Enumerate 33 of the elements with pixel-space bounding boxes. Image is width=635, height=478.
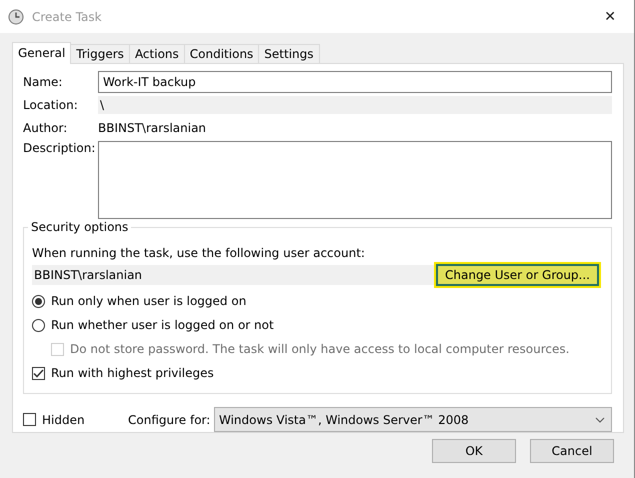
option-label: Do not store password. The task will only have access to local computer resources. <box>70 342 570 356</box>
checkbox[interactable] <box>32 366 45 380</box>
option-label: Hidden <box>42 412 85 426</box>
option-label: Run only when user is logged on <box>51 294 246 308</box>
tab[interactable]: General <box>12 42 72 64</box>
option-label: Run whether user is logged on or not <box>51 318 274 332</box>
description-field[interactable] <box>98 141 612 220</box>
close-button[interactable]: ✕ <box>594 8 626 24</box>
name-field[interactable]: Work-IT backup <box>98 71 612 94</box>
window-title: Create Task <box>32 10 103 24</box>
tab[interactable]: Settings <box>258 44 320 63</box>
group-title: Security options <box>28 220 132 234</box>
field-label: Name: <box>23 75 64 90</box>
radio-button[interactable] <box>32 318 45 332</box>
configure-dropdown[interactable]: Windows Vista™, Windows Server™ 2008 <box>214 407 612 432</box>
field-label: Description: <box>23 141 96 156</box>
checkmark-icon <box>33 368 44 378</box>
field-label: Configure for: <box>128 412 212 426</box>
radio-button[interactable] <box>32 294 45 308</box>
tab[interactable]: Triggers <box>70 44 130 63</box>
account-name: BBINST\rarslanian <box>33 268 144 282</box>
field-label: Author: <box>23 121 68 136</box>
checkbox[interactable] <box>23 413 36 426</box>
author-value: BBINST\rarslanian <box>98 121 208 136</box>
chevron-down-icon <box>595 416 605 422</box>
dialog-button[interactable]: Cancel <box>530 439 614 463</box>
clock-icon <box>8 8 24 24</box>
change-user-button[interactable]: Change User or Group... <box>436 264 599 286</box>
option-label: Run with highest privileges <box>51 366 214 380</box>
location-field: \ <box>98 96 612 114</box>
dialog-button[interactable]: OK <box>432 439 516 463</box>
account-prompt: When running the task, use the following user account: <box>32 246 366 260</box>
field-label: Location: <box>23 98 79 112</box>
